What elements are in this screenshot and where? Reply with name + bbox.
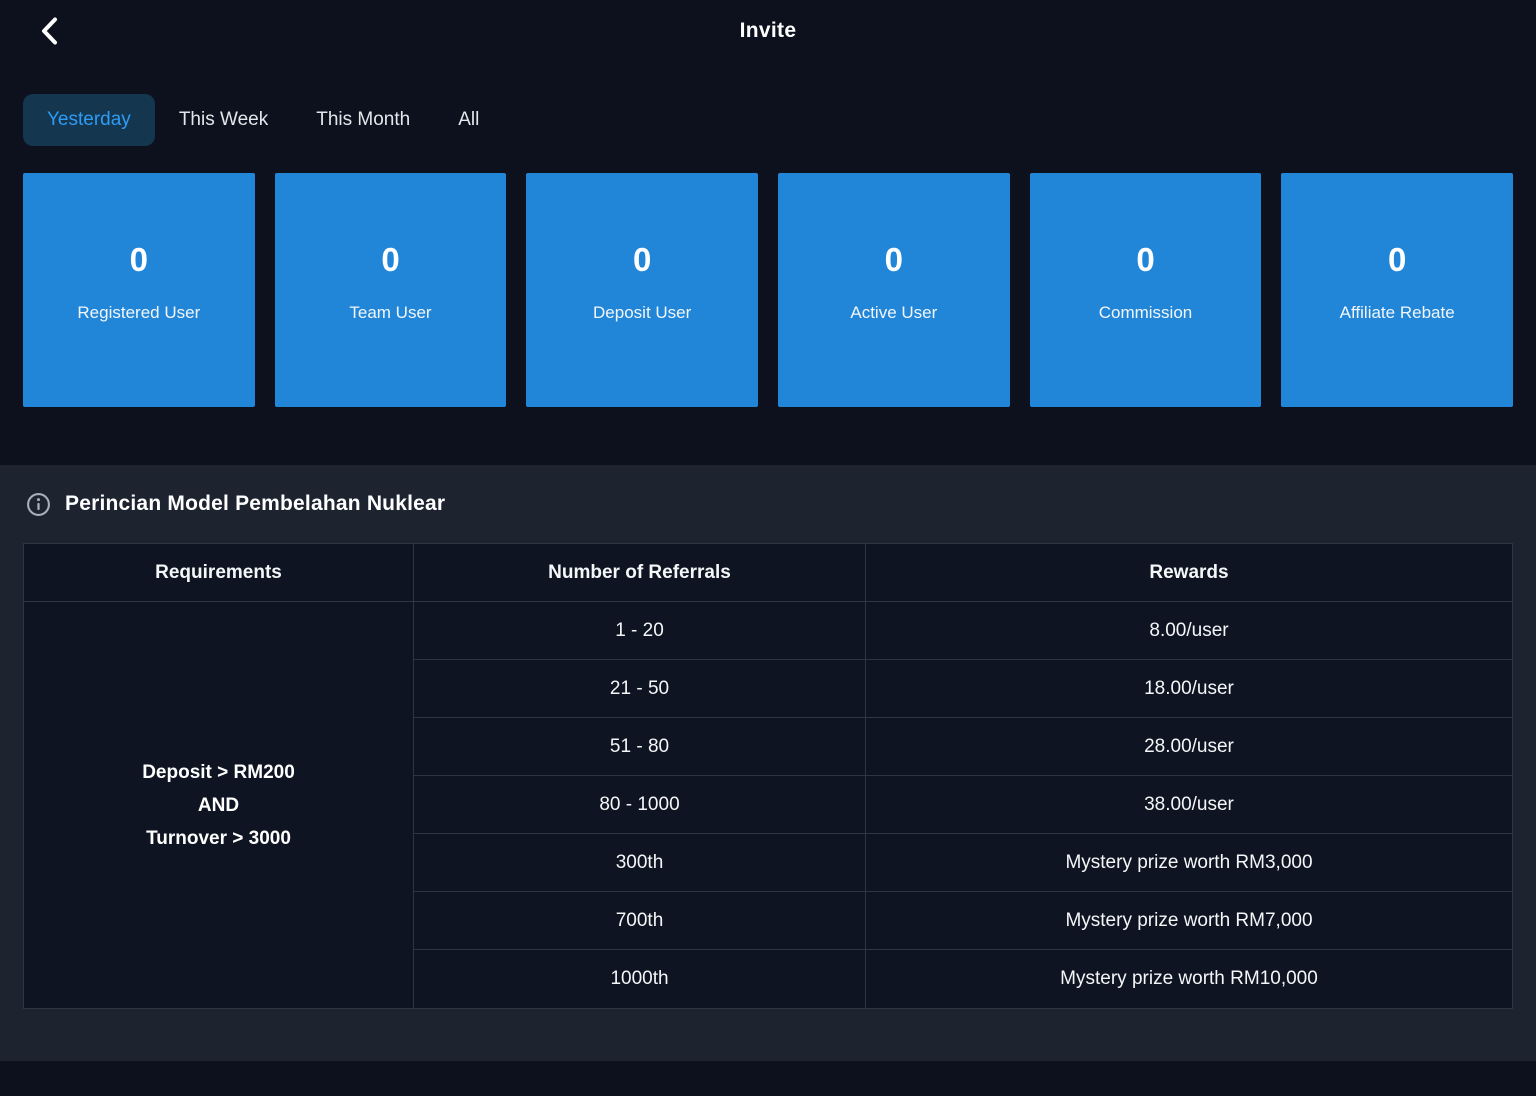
requirement-line: AND — [198, 789, 239, 822]
reward-cell: Mystery prize worth RM7,000 — [866, 892, 1512, 950]
reward-cell: 8.00/user — [866, 602, 1512, 660]
stat-card: 0 Affiliate Rebate — [1281, 173, 1513, 407]
col-header-requirements: Requirements — [24, 544, 414, 602]
stat-label: Commission — [1099, 303, 1193, 323]
referrals-cell: 700th — [414, 892, 866, 950]
tab-this-week[interactable]: This Week — [155, 94, 292, 146]
stat-label: Registered User — [77, 303, 200, 323]
referrals-cell: 300th — [414, 834, 866, 892]
stat-label: Team User — [349, 303, 431, 323]
stat-card: 0 Team User — [275, 173, 507, 407]
reward-cell: 18.00/user — [866, 660, 1512, 718]
stat-value: 0 — [633, 243, 651, 276]
stat-label: Deposit User — [593, 303, 691, 323]
stat-value: 0 — [1388, 243, 1406, 276]
tab-yesterday[interactable]: Yesterday — [23, 94, 155, 146]
chevron-left-icon — [38, 16, 60, 46]
back-button[interactable] — [30, 12, 68, 50]
referrals-cell: 51 - 80 — [414, 718, 866, 776]
tab-this-month[interactable]: This Month — [292, 94, 434, 146]
stat-card: 0 Commission — [1030, 173, 1262, 407]
col-header-rewards: Rewards — [866, 544, 1512, 602]
referrals-cell: 80 - 1000 — [414, 776, 866, 834]
rewards-panel: Perincian Model Pembelahan Nuklear Requi… — [0, 465, 1536, 1061]
tab-all[interactable]: All — [434, 94, 503, 146]
stat-label: Affiliate Rebate — [1340, 303, 1455, 323]
time-filter-tabs: YesterdayThis WeekThis MonthAll — [23, 94, 1513, 146]
section-title: Perincian Model Pembelahan Nuklear — [65, 492, 445, 516]
stat-label: Active User — [850, 303, 937, 323]
requirements-cell: Deposit > RM200 AND Turnover > 3000 — [24, 602, 414, 1008]
page-title: Invite — [740, 19, 797, 43]
stat-value: 0 — [381, 243, 399, 276]
reward-cell: Mystery prize worth RM10,000 — [866, 950, 1512, 1008]
stat-value: 0 — [130, 243, 148, 276]
referrals-cell: 1000th — [414, 950, 866, 1008]
col-header-referrals: Number of Referrals — [414, 544, 866, 602]
stats-cards: 0 Registered User 0 Team User 0 Deposit … — [23, 173, 1513, 407]
section-header: Perincian Model Pembelahan Nuklear — [26, 487, 1513, 521]
stat-card: 0 Active User — [778, 173, 1010, 407]
requirement-line: Deposit > RM200 — [142, 756, 295, 789]
reward-cell: 38.00/user — [866, 776, 1512, 834]
stat-value: 0 — [1136, 243, 1154, 276]
reward-cell: 28.00/user — [866, 718, 1512, 776]
stat-value: 0 — [885, 243, 903, 276]
stat-card: 0 Deposit User — [526, 173, 758, 407]
reward-cell: Mystery prize worth RM3,000 — [866, 834, 1512, 892]
info-icon — [26, 492, 51, 517]
requirement-line: Turnover > 3000 — [146, 822, 291, 855]
top-bar: Invite — [0, 0, 1536, 62]
rewards-table: Requirements Number of Referrals Rewards… — [23, 543, 1513, 1009]
referrals-cell: 21 - 50 — [414, 660, 866, 718]
stat-card: 0 Registered User — [23, 173, 255, 407]
referrals-cell: 1 - 20 — [414, 602, 866, 660]
